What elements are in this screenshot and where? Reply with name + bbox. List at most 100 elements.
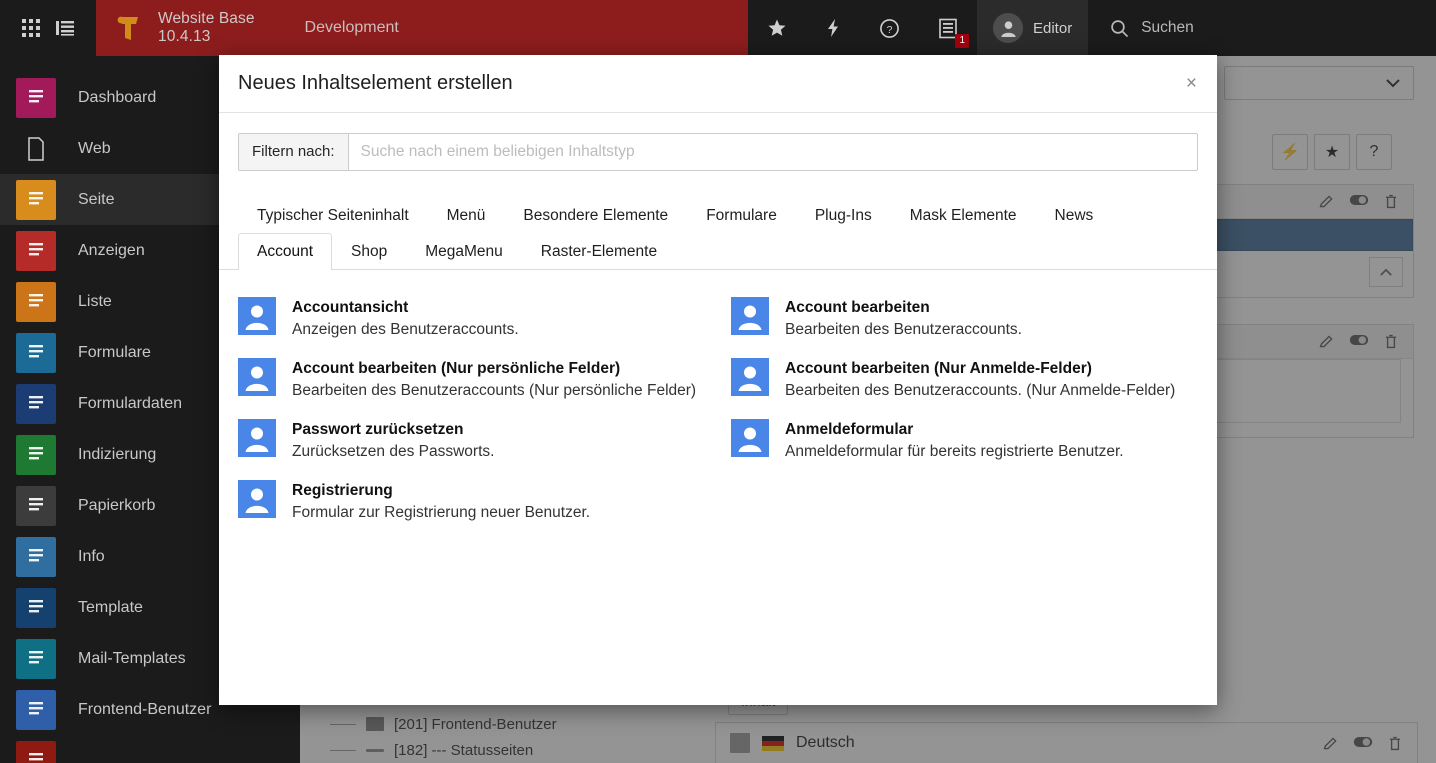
content-element-text: Account bearbeiten (Nur Anmelde-Felder)B… bbox=[785, 358, 1175, 401]
user-avatar-icon bbox=[993, 13, 1023, 43]
bolt-icon bbox=[825, 18, 841, 38]
content-element-description: Bearbeiten des Benutzeraccounts (Nur per… bbox=[292, 380, 696, 401]
mail-template-icon bbox=[16, 639, 56, 679]
sidebar-item-label: Liste bbox=[78, 293, 112, 311]
user-toolbar-item[interactable]: Editor bbox=[977, 0, 1088, 56]
content-element-title: Account bearbeiten (Nur persönliche Feld… bbox=[292, 359, 696, 379]
page-icon bbox=[16, 180, 56, 220]
tab-typischer-seiteninhalt[interactable]: Typischer Seiteninhalt bbox=[238, 197, 428, 234]
tab-men-[interactable]: Menü bbox=[428, 197, 505, 234]
content-element-item[interactable]: AnmeldeformularAnmeldeformular für berei… bbox=[731, 410, 1198, 471]
content-element-text: RegistrierungFormular zur Registrierung … bbox=[292, 480, 590, 523]
wizard-tab-row-2: AccountShopMegaMenuRaster-Elemente bbox=[238, 233, 1198, 269]
brand-area[interactable]: Website Base 10.4.13 Development bbox=[96, 0, 748, 56]
content-element-item[interactable]: Account bearbeitenBearbeiten des Benutze… bbox=[731, 288, 1198, 349]
content-element-description: Anzeigen des Benutzeraccounts. bbox=[292, 319, 519, 340]
list-icon bbox=[16, 282, 56, 322]
tab-megamenu[interactable]: MegaMenu bbox=[406, 233, 522, 270]
user-content-icon bbox=[238, 419, 276, 457]
sidebar-item-label: Dashboard bbox=[78, 89, 156, 107]
filter-label: Filtern nach: bbox=[238, 133, 348, 171]
template-icon bbox=[16, 588, 56, 628]
tab-raster-elemente[interactable]: Raster-Elemente bbox=[522, 233, 676, 270]
content-element-title: Account bearbeiten (Nur Anmelde-Felder) bbox=[785, 359, 1175, 379]
content-element-description: Formular zur Registrierung neuer Benutze… bbox=[292, 502, 590, 523]
flash-toolbar-item[interactable] bbox=[806, 0, 860, 56]
content-element-item[interactable]: Passwort zurücksetzenZurücksetzen des Pa… bbox=[238, 410, 705, 471]
sidebar-item-label: Formulare bbox=[78, 344, 151, 362]
sidebar-item-module-13[interactable] bbox=[0, 735, 300, 763]
content-element-title: Passwort zurücksetzen bbox=[292, 420, 494, 440]
content-element-item[interactable]: AccountansichtAnzeigen des Benutzeraccou… bbox=[238, 288, 705, 349]
tab-shop[interactable]: Shop bbox=[332, 233, 406, 270]
tab-account[interactable]: Account bbox=[238, 233, 332, 270]
sidebar-item-label: Info bbox=[78, 548, 105, 566]
eye-icon bbox=[16, 231, 56, 271]
trash-icon bbox=[16, 486, 56, 526]
grid-modules-icon[interactable] bbox=[21, 18, 41, 38]
user-content-icon bbox=[238, 297, 276, 335]
brand-title-line1: Website Base bbox=[158, 10, 255, 28]
tab-besondere-elemente[interactable]: Besondere Elemente bbox=[504, 197, 687, 234]
user-content-icon bbox=[731, 358, 769, 396]
content-element-title: Registrierung bbox=[292, 481, 590, 501]
sidebar-item-label: Anzeigen bbox=[78, 242, 145, 260]
modal-title: Neues Inhaltselement erstellen bbox=[238, 72, 513, 95]
user-content-icon bbox=[731, 419, 769, 457]
modal-body: Filtern nach: Typischer SeiteninhaltMenü… bbox=[219, 113, 1217, 705]
dashboard-icon bbox=[16, 78, 56, 118]
content-element-grid: AccountansichtAnzeigen des Benutzeraccou… bbox=[238, 288, 1198, 532]
toolbar-left-icons bbox=[0, 0, 96, 56]
tab-news[interactable]: News bbox=[1036, 197, 1113, 234]
content-element-text: Passwort zurücksetzenZurücksetzen des Pa… bbox=[292, 419, 494, 462]
top-toolbar: Website Base 10.4.13 Development ? 1 bbox=[0, 0, 1436, 56]
content-element-text: Account bearbeiten (Nur persönliche Feld… bbox=[292, 358, 696, 401]
sidebar-item-label: Web bbox=[78, 140, 111, 158]
form-icon bbox=[16, 333, 56, 373]
systeminformation-badge: 1 bbox=[955, 34, 969, 48]
content-element-title: Anmeldeformular bbox=[785, 420, 1124, 440]
content-element-title: Accountansicht bbox=[292, 298, 519, 318]
star-icon bbox=[767, 18, 787, 38]
content-element-title: Account bearbeiten bbox=[785, 298, 1022, 318]
sidebar-item-label: Indizierung bbox=[78, 446, 156, 464]
info-icon bbox=[16, 537, 56, 577]
list-view-icon[interactable] bbox=[55, 18, 75, 38]
close-icon[interactable]: × bbox=[1186, 74, 1197, 93]
user-content-icon bbox=[238, 358, 276, 396]
wizard-tab-row-1: Typischer SeiteninhaltMenüBesondere Elem… bbox=[238, 197, 1198, 233]
content-element-item[interactable]: RegistrierungFormular zur Registrierung … bbox=[238, 471, 705, 532]
username-label: Editor bbox=[1033, 20, 1072, 37]
user-content-icon bbox=[238, 480, 276, 518]
content-element-list: AccountansichtAnzeigen des Benutzeraccou… bbox=[219, 270, 1217, 705]
content-element-item[interactable]: Account bearbeiten (Nur persönliche Feld… bbox=[238, 349, 705, 410]
sidebar-item-label: Frontend-Benutzer bbox=[78, 701, 211, 719]
search-input[interactable] bbox=[348, 133, 1198, 171]
chart-board-icon bbox=[16, 435, 56, 475]
new-content-element-wizard: Neues Inhaltselement erstellen × Filtern… bbox=[219, 55, 1217, 705]
toolbar-right: ? 1 Editor Suchen bbox=[748, 0, 1436, 56]
environment-label: Development bbox=[305, 19, 399, 37]
modal-header: Neues Inhaltselement erstellen × bbox=[219, 55, 1217, 113]
form-data-icon bbox=[16, 384, 56, 424]
svg-text:?: ? bbox=[887, 23, 893, 35]
page-outline-icon bbox=[16, 129, 56, 169]
red-module-icon bbox=[16, 741, 56, 763]
sidebar-item-label: Formulardaten bbox=[78, 395, 182, 413]
content-element-item[interactable]: Account bearbeiten (Nur Anmelde-Felder)B… bbox=[731, 349, 1198, 410]
tab-formulare[interactable]: Formulare bbox=[687, 197, 796, 234]
help-toolbar-item[interactable]: ? bbox=[860, 0, 919, 56]
content-element-description: Bearbeiten des Benutzeraccounts. (Nur An… bbox=[785, 380, 1175, 401]
content-element-description: Anmeldeformular für bereits registrierte… bbox=[785, 441, 1124, 462]
question-circle-icon: ? bbox=[879, 18, 900, 39]
bookmark-toolbar-item[interactable] bbox=[748, 0, 806, 56]
sidebar-item-label: Seite bbox=[78, 191, 114, 209]
systeminformation-toolbar-item[interactable]: 1 bbox=[919, 0, 977, 56]
sidebar-item-label: Template bbox=[78, 599, 143, 617]
tab-plug-ins[interactable]: Plug-Ins bbox=[796, 197, 891, 234]
sidebar-item-label: Papierkorb bbox=[78, 497, 155, 515]
content-element-description: Bearbeiten des Benutzeraccounts. bbox=[785, 319, 1022, 340]
tab-mask-elemente[interactable]: Mask Elemente bbox=[891, 197, 1036, 234]
search-toolbar-item[interactable]: Suchen bbox=[1088, 19, 1194, 38]
typo3-logo-icon bbox=[114, 13, 144, 43]
